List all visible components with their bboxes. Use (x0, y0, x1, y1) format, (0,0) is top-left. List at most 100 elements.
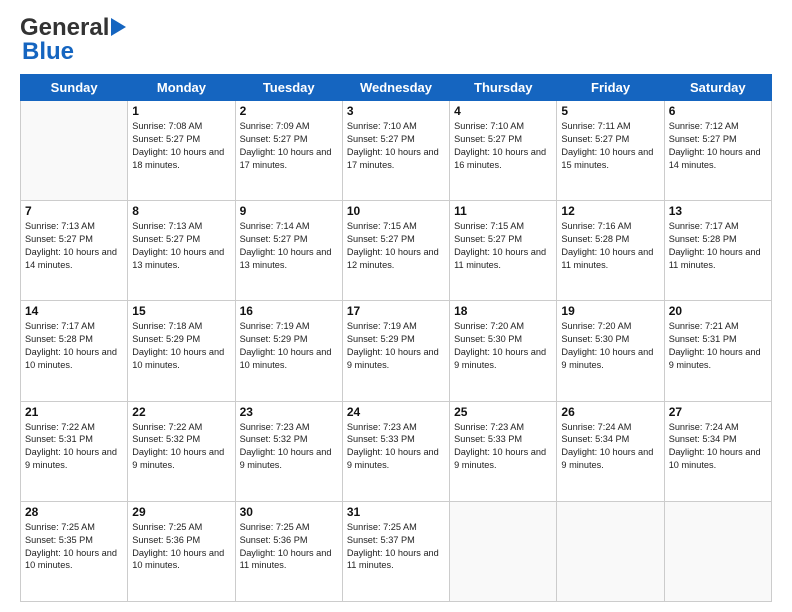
day-header-tuesday: Tuesday (235, 75, 342, 101)
sunrise-label: Sunrise: 7:10 AM (454, 121, 524, 131)
calendar-cell: 19 Sunrise: 7:20 AM Sunset: 5:30 PM Dayl… (557, 301, 664, 401)
day-header-monday: Monday (128, 75, 235, 101)
day-number: 11 (454, 204, 552, 218)
sunset-label: Sunset: 5:27 PM (240, 134, 308, 144)
day-number: 26 (561, 405, 659, 419)
sunrise-label: Sunrise: 7:18 AM (132, 321, 202, 331)
sun-info: Sunrise: 7:08 AM Sunset: 5:27 PM Dayligh… (132, 120, 230, 172)
sunrise-label: Sunrise: 7:22 AM (132, 422, 202, 432)
day-header-sunday: Sunday (21, 75, 128, 101)
calendar-table: SundayMondayTuesdayWednesdayThursdayFrid… (20, 74, 772, 602)
calendar-cell: 14 Sunrise: 7:17 AM Sunset: 5:28 PM Dayl… (21, 301, 128, 401)
sunrise-label: Sunrise: 7:15 AM (454, 221, 524, 231)
day-number: 8 (132, 204, 230, 218)
sun-info: Sunrise: 7:25 AM Sunset: 5:37 PM Dayligh… (347, 521, 445, 573)
daylight-label: Daylight: 10 hours and 13 minutes. (132, 247, 224, 270)
sunrise-label: Sunrise: 7:13 AM (132, 221, 202, 231)
day-number: 17 (347, 304, 445, 318)
sunrise-label: Sunrise: 7:25 AM (347, 522, 417, 532)
sun-info: Sunrise: 7:11 AM Sunset: 5:27 PM Dayligh… (561, 120, 659, 172)
daylight-label: Daylight: 10 hours and 11 minutes. (347, 548, 439, 571)
sunset-label: Sunset: 5:27 PM (561, 134, 629, 144)
day-number: 31 (347, 505, 445, 519)
sunrise-label: Sunrise: 7:12 AM (669, 121, 739, 131)
calendar-cell: 20 Sunrise: 7:21 AM Sunset: 5:31 PM Dayl… (664, 301, 771, 401)
daylight-label: Daylight: 10 hours and 11 minutes. (240, 548, 332, 571)
day-number: 18 (454, 304, 552, 318)
sunrise-label: Sunrise: 7:14 AM (240, 221, 310, 231)
calendar-cell: 25 Sunrise: 7:23 AM Sunset: 5:33 PM Dayl… (450, 401, 557, 501)
daylight-label: Daylight: 10 hours and 10 minutes. (240, 347, 332, 370)
daylight-label: Daylight: 10 hours and 10 minutes. (25, 347, 117, 370)
daylight-label: Daylight: 10 hours and 10 minutes. (25, 548, 117, 571)
calendar-cell: 8 Sunrise: 7:13 AM Sunset: 5:27 PM Dayli… (128, 201, 235, 301)
day-number: 4 (454, 104, 552, 118)
sunset-label: Sunset: 5:33 PM (454, 434, 522, 444)
calendar-cell: 7 Sunrise: 7:13 AM Sunset: 5:27 PM Dayli… (21, 201, 128, 301)
calendar-cell: 12 Sunrise: 7:16 AM Sunset: 5:28 PM Dayl… (557, 201, 664, 301)
sunset-label: Sunset: 5:27 PM (25, 234, 93, 244)
daylight-label: Daylight: 10 hours and 15 minutes. (561, 147, 653, 170)
sun-info: Sunrise: 7:18 AM Sunset: 5:29 PM Dayligh… (132, 320, 230, 372)
sunrise-label: Sunrise: 7:20 AM (561, 321, 631, 331)
day-number: 24 (347, 405, 445, 419)
day-header-friday: Friday (557, 75, 664, 101)
sun-info: Sunrise: 7:25 AM Sunset: 5:36 PM Dayligh… (240, 521, 338, 573)
logo-blue-text: Blue (22, 40, 126, 64)
calendar-cell: 9 Sunrise: 7:14 AM Sunset: 5:27 PM Dayli… (235, 201, 342, 301)
calendar-cell: 4 Sunrise: 7:10 AM Sunset: 5:27 PM Dayli… (450, 101, 557, 201)
sun-info: Sunrise: 7:09 AM Sunset: 5:27 PM Dayligh… (240, 120, 338, 172)
calendar-cell: 10 Sunrise: 7:15 AM Sunset: 5:27 PM Dayl… (342, 201, 449, 301)
sunrise-label: Sunrise: 7:13 AM (25, 221, 95, 231)
sun-info: Sunrise: 7:21 AM Sunset: 5:31 PM Dayligh… (669, 320, 767, 372)
sunrise-label: Sunrise: 7:21 AM (669, 321, 739, 331)
daylight-label: Daylight: 10 hours and 16 minutes. (454, 147, 546, 170)
daylight-label: Daylight: 10 hours and 18 minutes. (132, 147, 224, 170)
calendar-cell: 3 Sunrise: 7:10 AM Sunset: 5:27 PM Dayli… (342, 101, 449, 201)
day-number: 5 (561, 104, 659, 118)
logo-general-text: General (20, 16, 109, 40)
sun-info: Sunrise: 7:22 AM Sunset: 5:31 PM Dayligh… (25, 421, 123, 473)
daylight-label: Daylight: 10 hours and 14 minutes. (25, 247, 117, 270)
calendar-cell (450, 501, 557, 601)
week-row-2: 7 Sunrise: 7:13 AM Sunset: 5:27 PM Dayli… (21, 201, 772, 301)
sunset-label: Sunset: 5:29 PM (347, 334, 415, 344)
sun-info: Sunrise: 7:12 AM Sunset: 5:27 PM Dayligh… (669, 120, 767, 172)
week-row-5: 28 Sunrise: 7:25 AM Sunset: 5:35 PM Dayl… (21, 501, 772, 601)
sunset-label: Sunset: 5:37 PM (347, 535, 415, 545)
calendar-cell: 11 Sunrise: 7:15 AM Sunset: 5:27 PM Dayl… (450, 201, 557, 301)
sunset-label: Sunset: 5:35 PM (25, 535, 93, 545)
sunrise-label: Sunrise: 7:10 AM (347, 121, 417, 131)
sun-info: Sunrise: 7:24 AM Sunset: 5:34 PM Dayligh… (561, 421, 659, 473)
sun-info: Sunrise: 7:13 AM Sunset: 5:27 PM Dayligh… (25, 220, 123, 272)
day-number: 7 (25, 204, 123, 218)
sunrise-label: Sunrise: 7:23 AM (347, 422, 417, 432)
day-number: 1 (132, 104, 230, 118)
sun-info: Sunrise: 7:23 AM Sunset: 5:32 PM Dayligh… (240, 421, 338, 473)
daylight-label: Daylight: 10 hours and 11 minutes. (454, 247, 546, 270)
sunrise-label: Sunrise: 7:24 AM (561, 422, 631, 432)
calendar-cell: 6 Sunrise: 7:12 AM Sunset: 5:27 PM Dayli… (664, 101, 771, 201)
calendar-cell: 31 Sunrise: 7:25 AM Sunset: 5:37 PM Dayl… (342, 501, 449, 601)
daylight-label: Daylight: 10 hours and 9 minutes. (347, 447, 439, 470)
sunset-label: Sunset: 5:29 PM (132, 334, 200, 344)
sun-info: Sunrise: 7:23 AM Sunset: 5:33 PM Dayligh… (454, 421, 552, 473)
day-header-saturday: Saturday (664, 75, 771, 101)
daylight-label: Daylight: 10 hours and 9 minutes. (347, 347, 439, 370)
sun-info: Sunrise: 7:25 AM Sunset: 5:35 PM Dayligh… (25, 521, 123, 573)
calendar-cell (21, 101, 128, 201)
calendar-cell: 16 Sunrise: 7:19 AM Sunset: 5:29 PM Dayl… (235, 301, 342, 401)
sun-info: Sunrise: 7:22 AM Sunset: 5:32 PM Dayligh… (132, 421, 230, 473)
daylight-label: Daylight: 10 hours and 9 minutes. (454, 347, 546, 370)
calendar-cell: 18 Sunrise: 7:20 AM Sunset: 5:30 PM Dayl… (450, 301, 557, 401)
day-number: 9 (240, 204, 338, 218)
calendar-cell: 30 Sunrise: 7:25 AM Sunset: 5:36 PM Dayl… (235, 501, 342, 601)
sunset-label: Sunset: 5:29 PM (240, 334, 308, 344)
calendar-cell (557, 501, 664, 601)
daylight-label: Daylight: 10 hours and 14 minutes. (669, 147, 761, 170)
sunrise-label: Sunrise: 7:16 AM (561, 221, 631, 231)
sun-info: Sunrise: 7:14 AM Sunset: 5:27 PM Dayligh… (240, 220, 338, 272)
sunset-label: Sunset: 5:28 PM (561, 234, 629, 244)
daylight-label: Daylight: 10 hours and 10 minutes. (669, 447, 761, 470)
calendar-cell (664, 501, 771, 601)
